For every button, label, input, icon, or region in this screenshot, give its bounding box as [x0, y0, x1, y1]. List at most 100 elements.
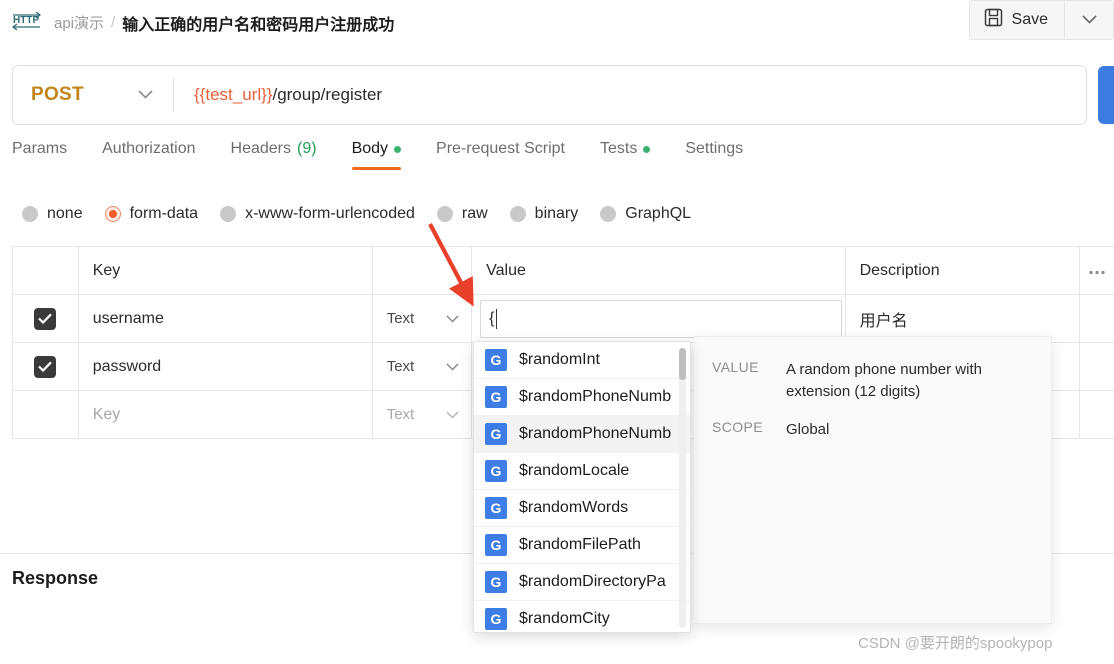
global-variable-badge-icon: G — [485, 571, 507, 593]
headers-count-badge: (9) — [297, 140, 317, 157]
save-options-button[interactable] — [1064, 0, 1114, 40]
scrollbar-thumb[interactable] — [679, 348, 686, 380]
tab-label: Authorization — [102, 140, 196, 157]
active-tab-underline — [351, 167, 402, 170]
text-cursor — [495, 309, 497, 329]
autocomplete-list: G $randomInt G $randomPhoneNumb G $rando… — [474, 342, 690, 632]
body-type-label: x-www-form-urlencoded — [245, 205, 415, 222]
row-enabled-checkbox[interactable] — [34, 355, 57, 378]
response-section-title: Response — [12, 568, 99, 588]
tab-settings[interactable]: Settings — [685, 140, 765, 170]
chevron-down-icon — [1081, 11, 1097, 29]
row-type-selector[interactable]: Text — [373, 391, 473, 438]
radio-icon — [509, 206, 526, 222]
body-type-graphql[interactable]: GraphQL — [600, 205, 691, 223]
key-input: username — [92, 309, 164, 327]
watermark: CSDN @要开朗的spookypop — [858, 635, 1053, 652]
global-variable-badge-icon: G — [485, 423, 507, 445]
body-type-none[interactable]: none — [22, 205, 83, 223]
type-label: Text — [386, 406, 415, 423]
description-input: 用户名 — [859, 312, 908, 330]
tooltip-scope-text: Global — [786, 420, 830, 438]
tooltip-value-text: A random phone number with extension (12… — [786, 361, 982, 400]
row-key-cell[interactable]: password — [79, 343, 373, 390]
header-cell-value: Value — [472, 247, 846, 294]
postman-request-builder: HTTP api演示 / 输入正确的用户名和密码用户注册成功 Save POST… — [0, 0, 1114, 664]
save-button-label: Save — [1011, 11, 1048, 28]
type-label: Text — [386, 310, 415, 327]
top-bar: HTTP api演示 / 输入正确的用户名和密码用户注册成功 — [0, 0, 1114, 45]
list-item-label: $randomInt — [519, 351, 600, 368]
breadcrumb-separator: / — [111, 14, 116, 31]
tab-body[interactable]: Body — [351, 140, 423, 170]
chevron-down-icon — [446, 358, 459, 376]
save-button[interactable]: Save — [968, 0, 1064, 40]
list-item[interactable]: G $randomFilePath — [474, 527, 690, 564]
global-variable-badge-icon: G — [485, 386, 507, 408]
row-checkbox-cell — [13, 295, 79, 342]
body-type-form-data[interactable]: form-data — [104, 205, 199, 223]
url-variable: {{test_url}} — [194, 85, 273, 104]
tab-label: Pre-request Script — [436, 140, 565, 157]
value-input[interactable]: { — [480, 300, 843, 338]
body-type-binary[interactable]: binary — [509, 205, 579, 223]
key-input: Key — [92, 405, 121, 423]
http-method-label: POST — [31, 84, 84, 105]
list-item[interactable]: G $randomInt — [474, 342, 690, 379]
tab-headers[interactable]: Headers (9) — [231, 140, 339, 170]
autocomplete-scrollbar[interactable] — [679, 348, 686, 628]
row-more-cell — [1080, 343, 1114, 390]
send-button[interactable] — [1098, 66, 1114, 124]
row-checkbox-cell — [13, 391, 79, 438]
list-item[interactable]: G $randomPhoneNumb — [474, 379, 690, 416]
header-cell-key: Key — [79, 247, 373, 294]
global-variable-badge-icon: G — [485, 534, 507, 556]
row-enabled-checkbox[interactable] — [34, 307, 57, 330]
chevron-down-icon — [446, 406, 459, 424]
list-item[interactable]: G $randomWords — [474, 490, 690, 527]
radio-icon — [220, 206, 237, 222]
radio-selected-icon — [104, 206, 121, 222]
list-item[interactable]: G $randomDirectoryPa — [474, 564, 690, 601]
row-value-cell: { — [472, 295, 846, 342]
body-type-label: form-data — [129, 205, 199, 222]
url-path: /group/register — [272, 85, 383, 104]
body-type-raw[interactable]: raw — [436, 205, 488, 223]
value-input-text: { — [489, 310, 495, 327]
row-more-cell — [1080, 391, 1114, 438]
list-item-selected[interactable]: G $randomPhoneNumb — [474, 416, 690, 453]
list-item-label: $randomFilePath — [519, 536, 641, 553]
header-cell-more[interactable] — [1080, 247, 1114, 294]
body-type-label: raw — [461, 205, 488, 222]
row-description-cell[interactable]: 用户名 — [846, 295, 1081, 342]
breadcrumb-folder[interactable]: api演示 — [54, 12, 104, 33]
list-item-label: $randomLocale — [519, 462, 630, 479]
list-item[interactable]: G $randomCity — [474, 601, 690, 632]
page-title: 输入正确的用户名和密码用户注册成功 — [122, 16, 395, 34]
tab-params[interactable]: Params — [12, 140, 89, 170]
row-key-cell[interactable]: Key — [79, 391, 373, 438]
tab-label: Settings — [685, 140, 744, 157]
tab-pre-request-script[interactable]: Pre-request Script — [436, 140, 587, 170]
row-type-selector[interactable]: Text — [373, 343, 473, 390]
body-type-label: binary — [534, 205, 579, 222]
type-label: Text — [386, 358, 415, 375]
global-variable-badge-icon: G — [485, 460, 507, 482]
body-type-x-www-form-urlencoded[interactable]: x-www-form-urlencoded — [220, 205, 415, 223]
header-cell-description: Description — [846, 247, 1080, 294]
list-item-label: $randomPhoneNumb — [519, 425, 672, 442]
floppy-disk-icon — [984, 8, 1003, 32]
list-item[interactable]: G $randomLocale — [474, 453, 690, 490]
radio-icon — [600, 206, 617, 222]
http-icon: HTTP — [12, 11, 42, 34]
row-key-cell[interactable]: username — [79, 295, 373, 342]
http-method-selector[interactable]: POST — [13, 66, 173, 124]
tab-tests[interactable]: Tests — [600, 140, 672, 170]
row-type-selector[interactable]: Text — [373, 295, 473, 342]
variable-autocomplete-dropdown[interactable]: G $randomInt G $randomPhoneNumb G $rando… — [473, 341, 691, 633]
tab-label: Headers — [230, 140, 291, 157]
url-input[interactable]: {{test_url}}/group/register — [174, 85, 1086, 105]
tab-authorization[interactable]: Authorization — [102, 140, 217, 170]
list-item-label: $randomDirectoryPa — [519, 573, 666, 590]
tab-label: Tests — [599, 140, 638, 157]
